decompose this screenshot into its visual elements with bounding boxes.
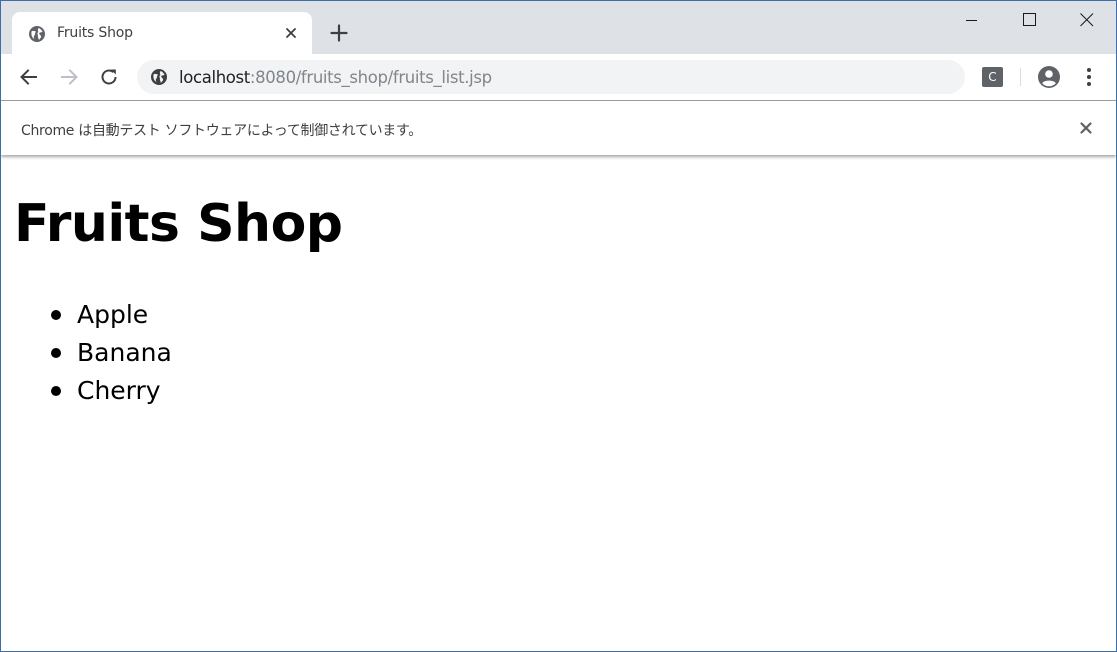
address-bar[interactable]: localhost:8080/fruits_shop/fruits_list.j… (137, 60, 965, 94)
bullet-icon (51, 348, 61, 358)
page-content: Fruits Shop Apple Banana Cherry (1, 156, 1116, 651)
browser-window: Fruits Shop localhost:8080/fruits_shop/f… (0, 0, 1117, 652)
fruit-name: Cherry (77, 376, 161, 405)
minimize-button[interactable] (944, 1, 1002, 39)
globe-icon (28, 25, 46, 43)
more-vert-icon[interactable] (1079, 65, 1099, 89)
close-icon (1080, 13, 1094, 27)
extension-button[interactable]: C (982, 67, 1003, 87)
infobar-message: Chrome は自動テスト ソフトウェアによって制御されています。 (21, 123, 422, 139)
url-path: :8080/fruits_shop/fruits_list.jsp (249, 68, 492, 87)
close-icon[interactable] (1077, 119, 1095, 137)
maximize-icon (1023, 13, 1036, 26)
maximize-button[interactable] (1001, 1, 1059, 39)
tab-title: Fruits Shop (57, 25, 133, 41)
arrow-left-icon[interactable] (18, 66, 40, 88)
fruit-name: Apple (77, 300, 149, 329)
plus-icon[interactable] (327, 21, 351, 45)
fruit-name: Banana (77, 338, 172, 367)
browser-toolbar: localhost:8080/fruits_shop/fruits_list.j… (1, 54, 1116, 101)
window-close-button[interactable] (1058, 1, 1116, 39)
url-host: localhost (179, 68, 250, 87)
url-text[interactable]: localhost:8080/fruits_shop/fruits_list.j… (179, 68, 492, 87)
minimize-icon (966, 20, 977, 21)
reload-icon[interactable] (98, 66, 120, 88)
tab-strip: Fruits Shop (1, 1, 1116, 54)
globe-icon[interactable] (150, 68, 168, 86)
tab-fruits-shop[interactable]: Fruits Shop (12, 12, 312, 54)
bullet-icon (51, 310, 61, 320)
close-icon[interactable] (282, 24, 300, 42)
arrow-right-icon[interactable] (58, 66, 80, 88)
automation-infobar: Chrome は自動テスト ソフトウェアによって制御されています。 (1, 101, 1116, 155)
toolbar-divider (1020, 68, 1021, 86)
page-title: Fruits Shop (14, 194, 343, 254)
account-circle-icon[interactable] (1037, 65, 1061, 89)
bullet-icon (51, 386, 61, 396)
